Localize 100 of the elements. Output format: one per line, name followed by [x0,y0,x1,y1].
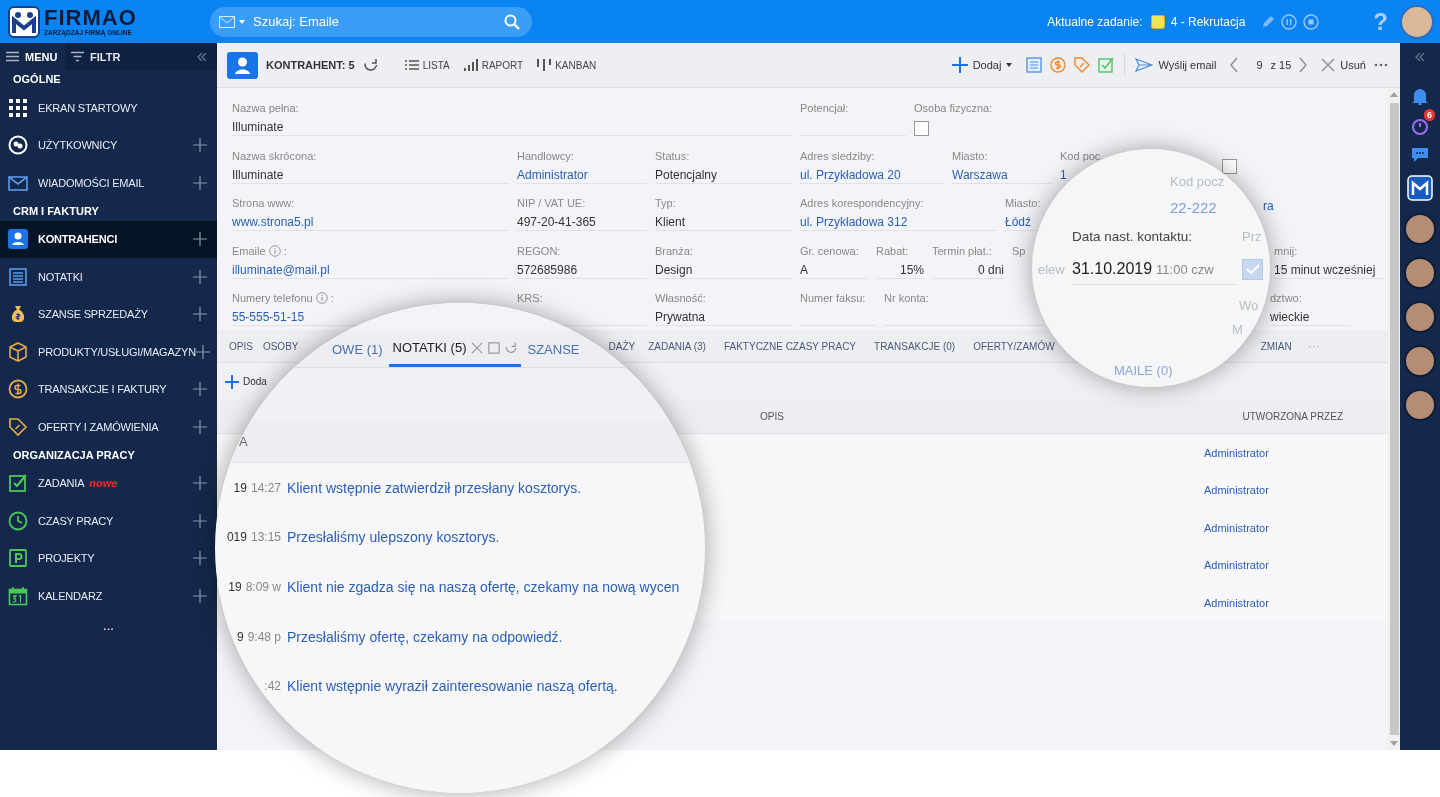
field-label: dztwo: [1270,292,1302,304]
note-link[interactable]: Klient wstępnie wyraził zainteresowanie naszą ofertą. [287,678,618,695]
sidebar-item[interactable]: ZADANIA nowe [0,464,217,502]
field-link[interactable]: Łódź [1005,215,1032,229]
plus-icon[interactable] [193,551,207,566]
chevron-left-icon[interactable] [1230,57,1239,73]
plus-icon[interactable] [193,138,207,153]
collapse-icon[interactable] [1415,53,1425,61]
search-field[interactable]: Szukaj: Emaile [210,6,532,37]
plus-icon[interactable] [193,232,207,247]
field-value: A [800,262,808,277]
chevron-right-icon[interactable] [1299,57,1308,73]
sidebar-item[interactable]: SZANSE SPRZEDAŻY [0,295,217,333]
field-label: Termin płat.: [932,244,992,257]
user-avatar[interactable] [1400,4,1434,39]
view-button[interactable]: KANBAN [537,59,597,71]
field-link[interactable]: ul. Przykładowa 20 [800,167,901,182]
date-field[interactable]: 31.10.2019 11:00 czw [1072,253,1236,285]
user-avatar[interactable] [1404,389,1436,421]
author-link[interactable]: Administrator [1204,484,1269,497]
field-link[interactable]: Administrator [517,167,588,182]
close-icon[interactable] [471,341,484,354]
field-link[interactable]: illuminate@mail.pl [232,262,330,277]
checkbox[interactable] [914,121,929,136]
plus-icon[interactable] [193,382,207,397]
user-avatar[interactable] [1404,213,1436,245]
sidebar-tab[interactable]: MENU [0,43,65,70]
checkbox[interactable] [1242,258,1263,280]
sidebar-item[interactable]: NOTATKI [0,258,217,296]
sidebar-item[interactable]: EKRAN STARTOWY [0,89,217,127]
scrollbar[interactable] [1388,88,1400,750]
plus-icon[interactable] [193,307,207,322]
field-link[interactable]: 1 [1060,167,1067,182]
more-icon[interactable] [1374,63,1388,67]
scrollbar-thumb[interactable] [1389,103,1399,735]
field-link[interactable]: Warszawa [952,167,1008,182]
user-avatar[interactable] [1404,257,1436,289]
tab[interactable]: FAKTYCZNE CZASY PRACY [723,340,857,352]
author-link[interactable]: Administrator [1204,446,1269,459]
square-icon[interactable] [488,341,501,354]
tab[interactable]: NOTATKI (5) [392,340,467,355]
sidebar-item[interactable]: PRODUKTY/USŁUGI/MAGAZYN [0,333,217,371]
plus-icon[interactable] [193,419,207,434]
sidebar-item[interactable]: CZASY PRACY [0,502,217,540]
field-link[interactable]: ra [1263,199,1274,213]
note-link[interactable]: Klient wstępnie zatwierdził przesłany kosztorys. [287,479,582,496]
refresh-icon[interactable] [362,57,379,73]
note-link[interactable]: Przesłaliśmy ulepszony kosztorys. [287,529,500,546]
field-link[interactable]: 55-555-51-15 [232,310,305,324]
sidebar-item[interactable]: TRANSAKCJE I FAKTURY [0,370,217,408]
add-button[interactable]: Dodaj [951,57,1013,73]
stop-icon[interactable] [1303,13,1320,30]
plus-icon[interactable] [193,588,207,603]
pencil-icon[interactable] [1261,14,1276,29]
delete-button[interactable]: Usuń [1321,58,1366,72]
checkbox-icon[interactable] [1098,57,1115,73]
stopwatch-icon[interactable] [1411,117,1429,135]
user-avatar[interactable] [1404,345,1436,377]
sidebar-item[interactable]: PROJEKTY [0,539,217,577]
sidebar-item-label: KALENDARZ [38,589,103,602]
sidebar-tab[interactable]: FILTR [65,43,127,70]
sidebar-item[interactable]: KONTRAHENCI [0,220,217,258]
field-link[interactable]: www.strona5.pl [232,215,314,229]
chat-icon[interactable] [1411,147,1429,163]
send-email-button[interactable]: Wyślij email [1135,58,1217,72]
field-label: NIP / VAT UE: [517,197,586,209]
note-link[interactable]: Klient nie zgadza się na naszą ofertę, czekamy na nową wycen [287,579,680,595]
checkbox[interactable] [1222,158,1237,174]
note-link[interactable]: Przesłaliśmy ofertę, czekamy na odpowiedź. [287,628,563,645]
view-button[interactable]: RAPORT [463,59,524,71]
sidebar-item[interactable]: WIADOMOŚCI EMAIL [0,164,217,202]
info-icon[interactable] [315,292,328,304]
bell-icon[interactable] [1411,87,1429,105]
new-label: nowe [89,477,118,490]
plus-icon[interactable] [196,344,210,359]
plus-icon[interactable] [193,476,207,491]
plus-icon[interactable] [193,513,207,528]
sidebar-item[interactable]: OFERTY I ZAMÓWIENIA [0,408,217,446]
sidebar-item[interactable]: UŻYTKOWNICY [0,126,217,164]
view-button[interactable]: LISTA [404,59,450,71]
info-icon[interactable] [268,244,281,257]
app-icon[interactable] [1407,175,1433,201]
tab[interactable]: TRANSAKCJE (0) [874,340,956,352]
user-avatar[interactable] [1404,301,1436,333]
author-link[interactable]: Administrator [1204,596,1269,609]
author-link[interactable]: Administrator [1204,559,1269,572]
pause-icon[interactable] [1281,13,1298,30]
author-link[interactable]: Administrator [1204,521,1269,534]
field-link[interactable]: ul. Przykładowa 312 [800,215,908,229]
plus-icon[interactable] [193,269,207,284]
sidebar-item[interactable]: KALENDARZ [0,577,217,615]
search-input[interactable]: Szukaj: Emaile [253,11,500,32]
tab[interactable]: SZANSE [527,341,580,357]
document-icon[interactable] [1026,57,1043,73]
collapse-icon[interactable] [197,52,207,61]
tag-icon[interactable] [1074,57,1091,73]
more-menu[interactable]: ... [0,617,217,633]
tab[interactable]: OWE (1) [332,341,383,357]
plus-icon[interactable] [193,175,207,190]
dollar-icon[interactable] [1050,57,1067,73]
